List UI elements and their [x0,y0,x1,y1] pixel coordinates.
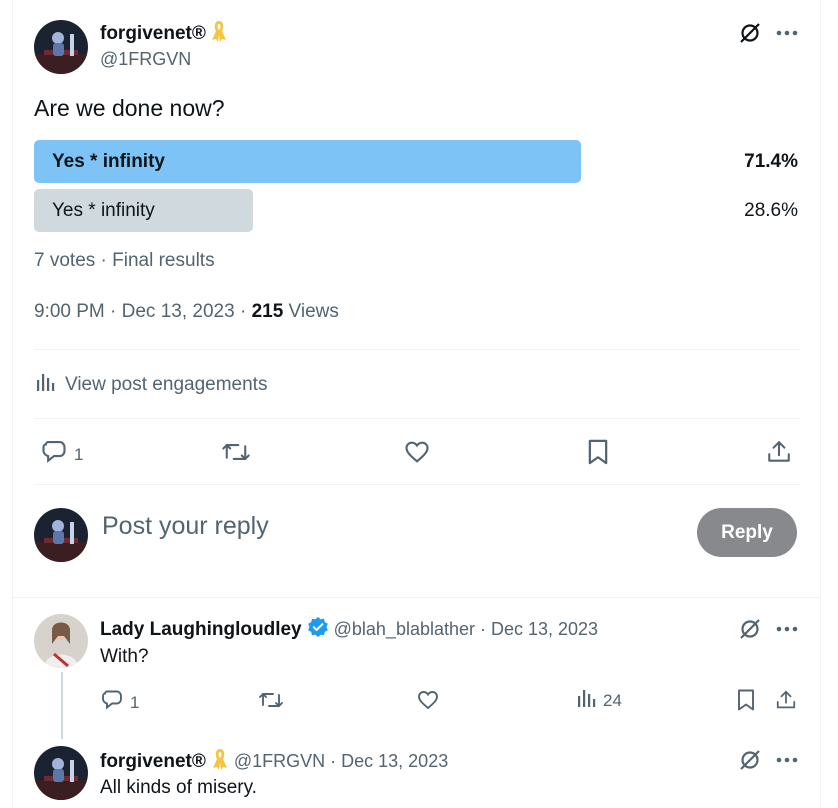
analytics-icon [577,688,597,713]
reply-author-avatar[interactable] [34,614,88,668]
reply-author-name[interactable]: forgivenet® [100,751,206,773]
composer-avatar[interactable] [34,508,88,562]
reply-action[interactable]: 1 [100,688,139,717]
repost-icon [221,438,251,471]
divider [34,349,800,350]
analytics-icon [36,372,56,397]
poll-option-percent-1: 71.4% [744,151,798,172]
reply-meta[interactable]: @1FRGVN · Dec 13, 2023 [234,751,448,772]
like-action[interactable] [403,438,431,471]
repost-action[interactable] [258,688,284,717]
author-name-row: forgivenet® [100,19,228,48]
more-options-icon[interactable] [775,749,799,771]
reply-action[interactable]: 1 [40,438,83,471]
poll-summary: 7 votes · Final results [34,250,215,271]
reply-count: 1 [74,444,84,464]
grok-icon[interactable] [737,20,763,46]
author-avatar[interactable] [34,20,88,74]
heart-icon [416,688,440,717]
divider [34,418,800,419]
thread-line [61,672,63,739]
reply-author-avatar[interactable] [34,746,88,800]
share-icon [775,688,797,717]
reply-meta[interactable]: @blah_blablather · Dec 13, 2023 [334,619,598,640]
poll-option-label-2: Yes * infinity [52,200,155,221]
like-action[interactable] [416,688,440,717]
timeline-border-right [820,0,821,808]
share-action[interactable] [775,688,797,717]
timeline-border-left [12,0,13,808]
views-label: Views [283,301,339,322]
reply-author-name[interactable]: Lady Laughingloudley [100,619,302,641]
reply-header: Lady Laughingloudley @blah_blablather · … [100,616,598,643]
reply-header: forgivenet® @1FRGVN · Dec 13, 2023 [100,747,448,776]
view-engagements-label: View post engagements [65,373,268,395]
reply-text: All kinds of misery. [100,777,257,798]
more-options-icon[interactable] [775,22,799,44]
bookmark-icon [585,438,611,471]
repost-icon [258,688,284,717]
reply-button[interactable]: Reply [697,508,797,557]
post-meta: 9:00 PM · Dec 13, 2023 · 215 Views [34,301,339,323]
bookmark-action[interactable] [735,688,757,717]
repost-action[interactable] [221,438,251,471]
reply-count: 1 [130,692,140,712]
views-count: 24 [603,690,622,710]
post-timestamp[interactable]: 9:00 PM · Dec 13, 2023 · [34,301,252,322]
view-engagements-link[interactable]: View post engagements [36,372,267,397]
post-text: Are we done now? [34,95,225,121]
divider [12,597,821,598]
more-options-icon[interactable] [775,618,799,640]
author-name[interactable]: forgivenet® [100,23,206,45]
bookmark-icon [735,688,757,717]
views-count: 215 [251,301,284,322]
reply-icon [40,438,68,471]
bookmark-action[interactable] [585,438,611,471]
ribbon-icon [210,19,228,48]
divider [34,484,800,485]
reply-icon [100,688,124,717]
share-icon [766,438,792,471]
share-action[interactable] [766,438,792,471]
grok-icon[interactable] [737,616,763,642]
ribbon-icon [211,747,229,776]
reply-text: With? [100,646,149,667]
poll-option-percent-2: 28.6% [744,200,798,221]
poll-option-label-1: Yes * infinity [52,151,165,172]
reply-input[interactable]: Post your reply [102,512,269,541]
views-action[interactable]: 24 [577,688,622,713]
heart-icon [403,438,431,471]
author-handle[interactable]: @1FRGVN [100,49,191,70]
verified-badge-icon [307,616,329,643]
grok-icon[interactable] [737,747,763,773]
